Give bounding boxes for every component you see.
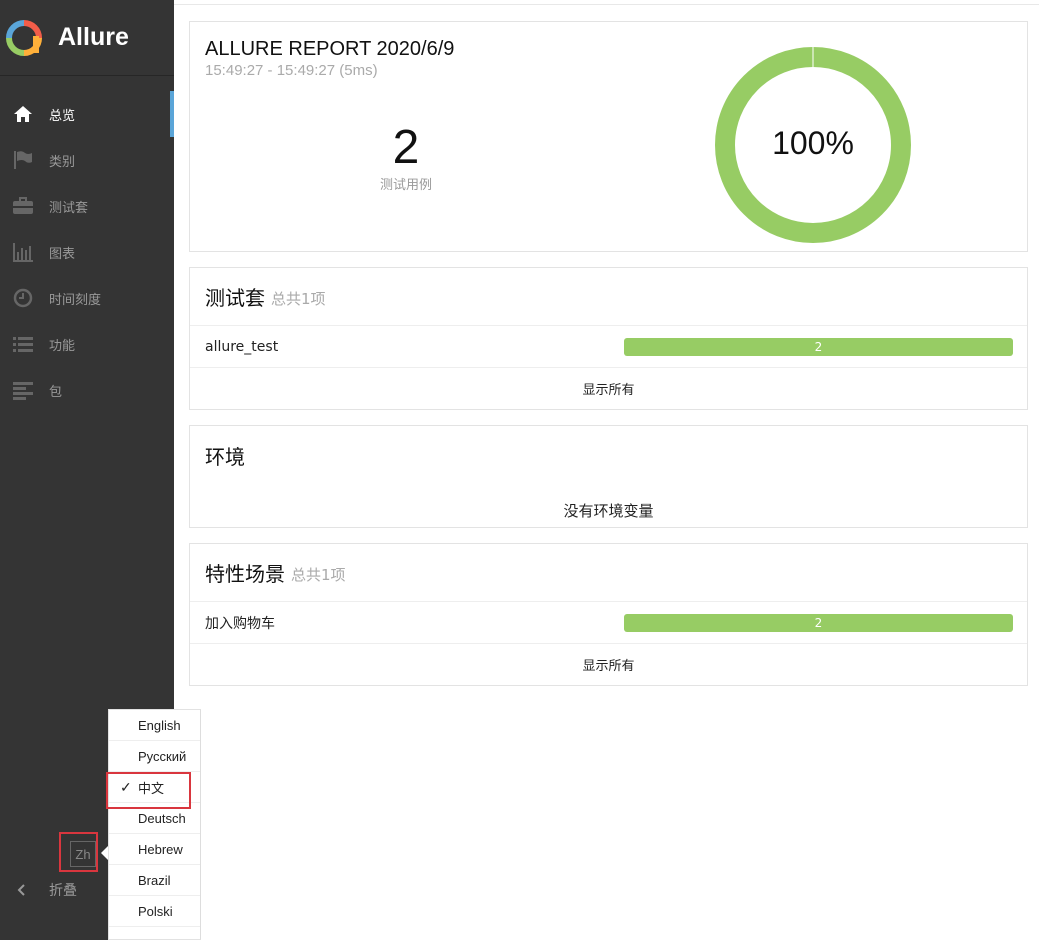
chevron-left-icon	[15, 883, 29, 897]
test-case-count: 2	[392, 121, 420, 174]
language-menu-arrow	[101, 846, 108, 860]
language-option-highlight	[106, 772, 191, 809]
flag-icon	[12, 149, 34, 171]
language-option-label: Hebrew	[138, 841, 183, 857]
language-option-polish[interactable]: Polski	[109, 896, 200, 927]
suites-title: 测试套	[205, 286, 265, 310]
align-left-icon	[12, 379, 34, 401]
language-option-brazil[interactable]: Brazil	[109, 865, 200, 896]
collapse-label: 折叠	[49, 883, 77, 899]
sidebar-item-label: 图表	[49, 246, 76, 262]
features-total: 总共1项	[291, 565, 346, 584]
top-divider	[174, 4, 1039, 5]
suite-name: allure_test	[205, 338, 279, 355]
summary-widget: ALLURE REPORT 2020/6/9 15:49:27 - 15:49:…	[189, 21, 1028, 252]
list-icon	[12, 333, 34, 355]
language-option-label: Русский	[138, 748, 187, 764]
sidebar-item-label: 时间刻度	[49, 292, 102, 308]
sidebar-item-categories[interactable]: 类别	[0, 137, 174, 183]
brand[interactable]: Allure	[0, 0, 174, 76]
language-option-label: Polski	[138, 903, 173, 919]
features-widget: 特性场景 总共1项 加入购物车 2 显示所有	[189, 543, 1028, 686]
language-option-russian[interactable]: Русский	[109, 741, 200, 772]
home-icon	[12, 103, 34, 125]
bar-chart-icon	[12, 241, 34, 263]
sidebar-item-timeline[interactable]: 时间刻度	[0, 275, 174, 321]
language-option-label: Brazil	[138, 872, 171, 888]
table-row[interactable]: allure_test 2	[190, 326, 1027, 368]
collapse-button[interactable]: 折叠	[15, 876, 77, 904]
sidebar-item-suites[interactable]: 测试套	[0, 183, 174, 229]
environment-header: 环境	[190, 426, 1027, 484]
sidebar-item-graphs[interactable]: 图表	[0, 229, 174, 275]
suites-header: 测试套 总共1项	[190, 268, 1027, 326]
language-option-label: Deutsch	[138, 810, 186, 826]
suites-total: 总共1项	[271, 289, 326, 308]
language-option-english[interactable]: English	[109, 710, 200, 741]
test-case-count-label: 测试用例	[379, 178, 432, 193]
allure-report-app: Allure 总览 类别 测试套 图表 时间刻度 功能 包 Zh 折叠 Engl…	[0, 0, 1039, 940]
feature-status-bar[interactable]: 2	[624, 614, 1013, 632]
features-title: 特性场景	[205, 562, 285, 586]
allure-logo	[6, 19, 42, 56]
suites-show-all-link[interactable]: 显示所有	[190, 368, 1027, 409]
report-title: ALLURE REPORT 2020/6/9	[205, 38, 455, 60]
brand-name: Allure	[58, 23, 129, 51]
sidebar-nav: 总览 类别 测试套 图表 时间刻度 功能 包	[0, 91, 174, 413]
sidebar-item-label: 测试套	[49, 200, 89, 216]
sidebar-item-packages[interactable]: 包	[0, 367, 174, 413]
language-menu: English Русский ✓ 中文 Deutsch Hebrew Brazi…	[108, 709, 201, 940]
environment-empty-message: 没有环境变量	[563, 501, 654, 520]
table-row[interactable]: 加入购物车 2	[190, 602, 1027, 644]
language-option-label: English	[138, 717, 181, 733]
suite-status-bar[interactable]: 2	[624, 338, 1013, 356]
feature-name: 加入购物车	[205, 615, 275, 632]
suites-widget: 测试套 总共1项 allure_test 2 显示所有	[189, 267, 1028, 410]
sidebar-item-label: 总览	[49, 108, 76, 124]
environment-widget: 环境 没有环境变量	[189, 425, 1028, 528]
language-option-hebrew[interactable]: Hebrew	[109, 834, 200, 865]
sidebar-item-label: 包	[49, 384, 63, 400]
sidebar-item-label: 类别	[49, 154, 76, 170]
briefcase-icon	[12, 195, 34, 217]
clock-icon	[12, 287, 34, 309]
report-time: 15:49:27 - 15:49:27 (5ms)	[205, 62, 378, 79]
features-header: 特性场景 总共1项	[190, 544, 1027, 602]
sidebar-item-behaviors[interactable]: 功能	[0, 321, 174, 367]
environment-title: 环境	[205, 444, 245, 469]
passed-percent: 100%	[772, 125, 854, 161]
language-button-highlight	[59, 832, 98, 872]
features-show-all-link[interactable]: 显示所有	[190, 644, 1027, 685]
sidebar-item-overview[interactable]: 总览	[0, 91, 174, 137]
sidebar-item-label: 功能	[49, 338, 76, 354]
